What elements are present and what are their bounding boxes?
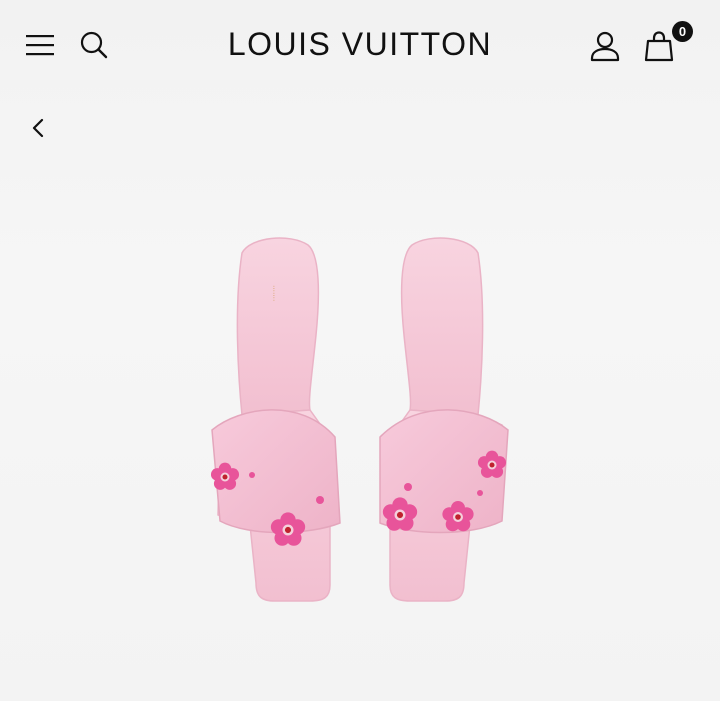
svg-text:·······: ······· [270, 285, 277, 301]
product-image[interactable]: ······· [180, 225, 540, 615]
pink-mule-sandals-image: ······· [210, 237, 509, 602]
header: LOUIS VUITTON 0 [0, 0, 720, 90]
back-button[interactable] [24, 114, 52, 142]
chevron-left-icon [32, 118, 44, 138]
shopping-bag-icon [644, 31, 674, 62]
user-icon [590, 31, 620, 62]
cart-count-badge: 0 [672, 21, 693, 42]
product-page: LOUIS VUITTON 0 ······· [0, 0, 720, 701]
account-button[interactable] [586, 27, 624, 65]
